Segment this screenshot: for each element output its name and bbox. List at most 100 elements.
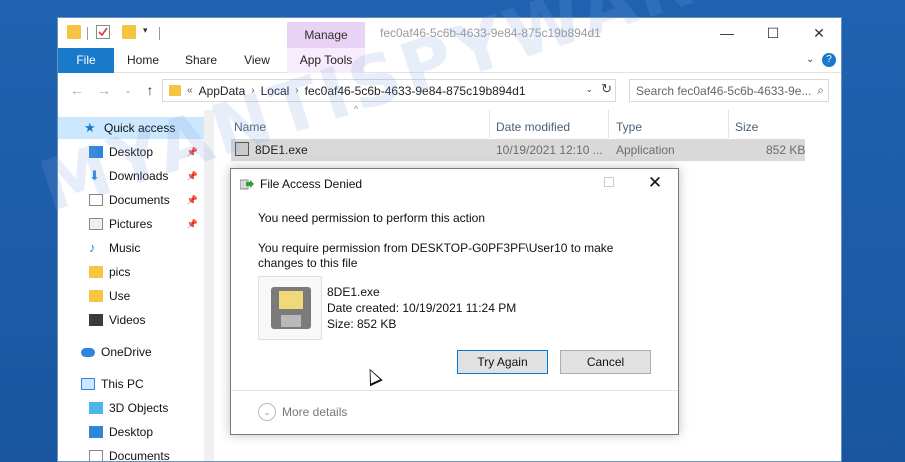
close-button[interactable]: ✕: [796, 18, 841, 48]
nav-item-onedrive[interactable]: OneDrive: [58, 341, 204, 363]
tab-app-tools[interactable]: App Tools: [287, 48, 365, 73]
customize-quick-access-icon[interactable]: ▾: [143, 25, 157, 39]
file-date-modified: 10/19/2021 12:10 ...: [496, 143, 603, 157]
desktop-icon: [89, 146, 103, 158]
folder-icon: [169, 85, 181, 96]
dialog-file-size: Size: 852 KB: [327, 317, 397, 331]
breadcrumb-appdata[interactable]: AppData: [199, 84, 246, 98]
nav-item-music[interactable]: ♪ Music: [58, 237, 204, 259]
overflow-chevron-icon[interactable]: «: [187, 85, 193, 96]
column-header-date-modified[interactable]: Date modified: [496, 120, 570, 134]
navigation-pane: ★ Quick access Desktop 📌 ⬇ Downloads 📌 D…: [58, 110, 214, 461]
nav-item-label: pics: [109, 265, 131, 279]
properties-icon[interactable]: [96, 25, 110, 39]
nav-item-label: Use: [109, 289, 131, 303]
title-bar: ▾ Manage fec0af46-5c6b-4633-9e84-875c19b…: [58, 18, 841, 48]
more-details-label: More details: [282, 405, 348, 419]
forward-arrow-icon[interactable]: →: [94, 80, 114, 100]
column-divider[interactable]: [608, 110, 609, 138]
help-icon[interactable]: ?: [822, 53, 836, 67]
folder-icon: [67, 25, 81, 39]
folder-icon: [89, 290, 103, 302]
nav-item-label: Quick access: [104, 121, 176, 135]
dialog-message: You require permission from DESKTOP-G0PF…: [258, 241, 614, 270]
manage-context-label: Manage: [287, 22, 365, 48]
pin-icon: 📌: [186, 146, 198, 157]
floppy-label: [279, 291, 303, 309]
tab-home[interactable]: Home: [118, 48, 168, 73]
column-header-size[interactable]: Size: [735, 120, 758, 134]
nav-item-label: This PC: [101, 377, 144, 391]
table-row[interactable]: 8DE1.exe 10/19/2021 12:10 ... Applicatio…: [231, 139, 805, 161]
sort-ascending-icon: ^: [354, 104, 359, 114]
dialog-maximize-button: [604, 177, 614, 187]
cancel-button[interactable]: Cancel: [560, 350, 651, 374]
nav-item-label: Desktop: [109, 425, 154, 439]
maximize-button[interactable]: ☐: [750, 18, 796, 48]
nav-item-videos[interactable]: Videos: [58, 309, 204, 331]
dialog-close-button[interactable]: ✕: [641, 172, 669, 194]
file-move-icon: [240, 179, 254, 190]
back-arrow-icon[interactable]: ←: [67, 80, 87, 100]
new-folder-icon[interactable]: [122, 25, 136, 39]
documents-icon: [89, 194, 103, 206]
folder-icon: [89, 266, 103, 278]
pin-icon: 📌: [186, 170, 198, 181]
nav-item-quick-access[interactable]: ★ Quick access: [58, 117, 204, 139]
breadcrumb-current-folder[interactable]: fec0af46-5c6b-4633-9e84-875c19b894d1: [305, 84, 526, 98]
column-divider[interactable]: [728, 110, 729, 138]
nav-item-this-pc[interactable]: This PC: [58, 373, 204, 395]
tab-share[interactable]: Share: [176, 48, 226, 73]
file-size: 852 KB: [766, 143, 806, 157]
desktop-icon: [89, 426, 103, 438]
address-row: ← → ⌄ ↑ « AppData › Local › fec0af46-5c6…: [58, 74, 841, 106]
try-again-button[interactable]: Try Again: [457, 350, 548, 374]
music-icon: ♪: [89, 240, 96, 255]
more-details-toggle[interactable]: ⌄ More details: [258, 403, 347, 421]
nav-scrollbar[interactable]: [204, 110, 214, 461]
breadcrumb-local[interactable]: Local: [261, 84, 290, 98]
search-input[interactable]: Search fec0af46-5c6b-4633-9e... ⌕: [629, 79, 829, 102]
pc-icon: [81, 378, 95, 390]
address-bar[interactable]: « AppData › Local › fec0af46-5c6b-4633-9…: [162, 79, 616, 102]
tab-view[interactable]: View: [234, 48, 280, 73]
chevron-right-icon[interactable]: ›: [295, 85, 298, 96]
nav-item-use[interactable]: Use: [58, 285, 204, 307]
title-separator: [87, 27, 88, 40]
chevron-right-icon[interactable]: ›: [251, 85, 254, 96]
nav-item-label: Music: [109, 241, 141, 255]
expand-ribbon-icon[interactable]: ⌄: [806, 54, 814, 65]
nav-item-desktop-pc[interactable]: Desktop: [58, 421, 204, 443]
cloud-icon: [81, 347, 95, 357]
nav-item-desktop[interactable]: Desktop 📌: [58, 141, 204, 163]
dialog-title-bar: File Access Denied ✕: [231, 169, 678, 199]
ribbon-tabs: File Home Share View App Tools ⌄ ?: [58, 48, 841, 73]
nav-item-pictures[interactable]: Pictures 📌: [58, 213, 204, 235]
minimize-button[interactable]: —: [704, 18, 750, 48]
search-icon: ⌕: [817, 83, 824, 97]
nav-item-downloads[interactable]: ⬇ Downloads 📌: [58, 165, 204, 187]
documents-icon: [89, 450, 103, 461]
file-access-denied-dialog: File Access Denied ✕ You need permission…: [230, 168, 679, 435]
dialog-heading: You need permission to perform this acti…: [258, 211, 486, 225]
refresh-icon[interactable]: ↻: [601, 81, 612, 97]
file-thumbnail: [258, 276, 322, 340]
recent-locations-icon[interactable]: ⌄: [118, 80, 138, 100]
nav-item-label: OneDrive: [101, 345, 152, 359]
dialog-title: File Access Denied: [260, 177, 363, 191]
column-header-type[interactable]: Type: [616, 120, 642, 134]
chevron-down-icon: ⌄: [258, 403, 276, 421]
file-name: 8DE1.exe: [255, 143, 308, 157]
address-dropdown-icon[interactable]: ⌄: [585, 84, 593, 95]
nav-item-pics[interactable]: pics: [58, 261, 204, 283]
nav-item-documents[interactable]: Documents 📌: [58, 189, 204, 211]
up-arrow-icon[interactable]: ↑: [140, 80, 160, 100]
column-divider[interactable]: [489, 110, 490, 138]
nav-item-label: Downloads: [109, 169, 169, 183]
nav-item-3d-objects[interactable]: 3D Objects: [58, 397, 204, 419]
nav-item-documents-pc[interactable]: Documents: [58, 445, 204, 461]
tab-file[interactable]: File: [58, 48, 114, 73]
column-header-name[interactable]: Name: [234, 120, 266, 134]
download-icon: ⬇: [89, 168, 100, 183]
floppy-disk-icon: [271, 287, 311, 329]
